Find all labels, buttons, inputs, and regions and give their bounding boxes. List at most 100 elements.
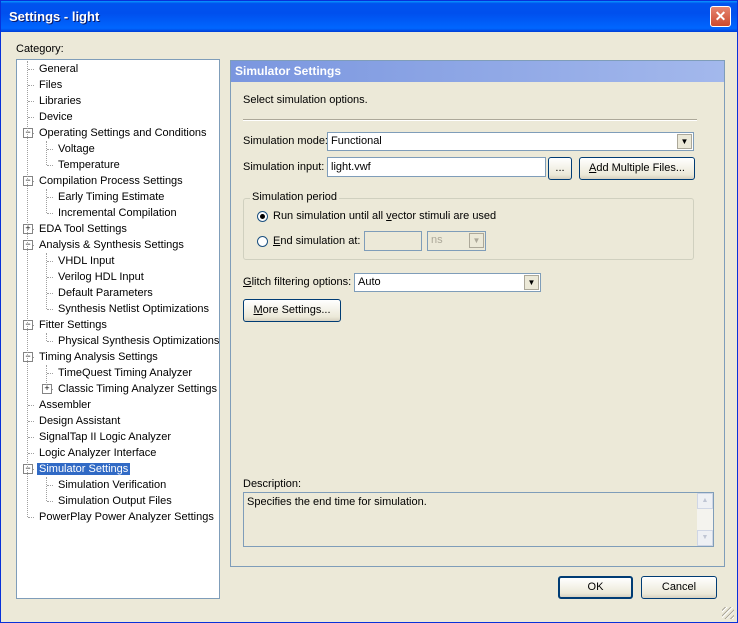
tree-item[interactable]: Verilog HDL Input — [56, 269, 146, 285]
tree-item-label: PowerPlay Power Analyzer Settings — [39, 511, 214, 523]
tree-item[interactable]: Fitter Settings — [37, 317, 109, 333]
category-tree[interactable]: General Files Libraries Device Operating Set… — [16, 59, 220, 599]
tree-connector — [28, 117, 34, 118]
tree-item[interactable]: Physical Synthesis Optimizations — [56, 333, 220, 349]
tree-item[interactable]: Design Assistant — [37, 413, 122, 429]
more-settings-mnemonic: M — [253, 304, 263, 316]
tree-item[interactable]: Analysis & Synthesis Settings — [37, 237, 186, 253]
tree-item[interactable]: Classic Timing Analyzer Settings — [56, 381, 219, 397]
glitch-filtering-value: Auto — [358, 276, 381, 288]
tree-connector — [47, 293, 53, 294]
end-time-input[interactable] — [364, 231, 422, 251]
tree-item[interactable]: Libraries — [37, 93, 83, 109]
description-scrollbar[interactable]: ▲ ▼ — [697, 493, 713, 546]
run-label-b: ector stimuli are used — [391, 210, 497, 222]
tree-connector — [28, 85, 34, 86]
tree-item[interactable]: Compilation Process Settings — [37, 173, 185, 189]
end-simulation-at-radio[interactable] — [257, 236, 268, 247]
add-multiple-files-button[interactable]: Add Multiple Files... — [579, 157, 695, 180]
tree-connector — [47, 197, 53, 198]
tree-item-label: Compilation Process Settings — [39, 175, 183, 187]
tree-item-label: Analysis & Synthesis Settings — [39, 239, 184, 251]
description-text: Specifies the end time for simulation. — [247, 496, 427, 508]
tree-item[interactable]: Simulation Verification — [56, 477, 168, 493]
title-bar[interactable]: Settings - light ✕ — [1, 1, 737, 32]
tree-item-label: Logic Analyzer Interface — [39, 447, 157, 459]
collapse-icon[interactable]: − — [23, 176, 33, 186]
browse-button[interactable]: ... — [548, 157, 572, 180]
tree-item[interactable]: Incremental Compilation — [56, 205, 179, 221]
tree-item[interactable]: SignalTap II Logic Analyzer — [37, 429, 173, 445]
chevron-down-icon[interactable]: ▼ — [524, 275, 539, 290]
chevron-down-icon[interactable]: ▼ — [469, 233, 484, 248]
tree-connector — [28, 517, 34, 518]
tree-item[interactable]: Timing Analysis Settings — [37, 349, 160, 365]
simulation-input-label: Simulation input: — [243, 161, 325, 173]
tree-item[interactable]: EDA Tool Settings — [37, 221, 129, 237]
tree-connector — [47, 309, 53, 310]
tree-item-label: Timing Analysis Settings — [39, 351, 158, 363]
collapse-icon[interactable]: − — [23, 352, 33, 362]
tree-item[interactable]: Simulator Settings — [37, 461, 131, 477]
tree-item[interactable]: Simulation Output Files — [56, 493, 174, 509]
simulation-mode-label: Simulation mode: — [243, 135, 328, 147]
panel-intro: Select simulation options. — [243, 94, 368, 106]
close-button[interactable]: ✕ — [710, 6, 731, 27]
tree-item[interactable]: Temperature — [56, 157, 122, 173]
tree-item-label: Classic Timing Analyzer Settings — [58, 383, 217, 395]
collapse-icon[interactable]: − — [23, 464, 33, 474]
tree-item-label: Fitter Settings — [39, 319, 107, 331]
tree-connector — [47, 373, 53, 374]
tree-item[interactable]: Logic Analyzer Interface — [37, 445, 158, 461]
tree-connector — [28, 421, 34, 422]
description-box: Specifies the end time for simulation. ▲… — [243, 492, 714, 547]
ok-button[interactable]: OK — [558, 576, 633, 599]
simulation-input-field[interactable]: light.vwf — [327, 157, 546, 177]
tree-item-label: Voltage — [58, 143, 95, 155]
tree-guide — [46, 333, 47, 341]
scroll-down-icon[interactable]: ▼ — [697, 530, 713, 546]
scroll-up-icon[interactable]: ▲ — [697, 493, 713, 509]
cancel-label: Cancel — [661, 581, 697, 593]
collapse-icon[interactable]: − — [23, 320, 33, 330]
collapse-icon[interactable]: − — [23, 240, 33, 250]
tree-item-label: Physical Synthesis Optimizations — [58, 335, 220, 347]
collapse-icon[interactable]: − — [23, 128, 33, 138]
tree-connector — [47, 261, 53, 262]
run-until-stimuli-label[interactable]: Run simulation until all vector stimuli … — [273, 210, 496, 222]
tree-item[interactable]: Default Parameters — [56, 285, 155, 301]
expand-icon[interactable]: + — [23, 224, 33, 234]
run-until-stimuli-radio[interactable] — [257, 211, 268, 222]
tree-item[interactable]: Voltage — [56, 141, 97, 157]
tree-item[interactable]: General — [37, 61, 80, 77]
end-time-unit-select[interactable]: ns ▼ — [427, 231, 486, 251]
tree-connector — [28, 405, 34, 406]
glitch-label-b: litch filtering options: — [251, 276, 352, 288]
tree-connector — [47, 277, 53, 278]
chevron-down-icon[interactable]: ▼ — [677, 134, 692, 149]
tree-item[interactable]: Assembler — [37, 397, 93, 413]
cancel-button[interactable]: Cancel — [641, 576, 717, 599]
glitch-mnemonic: G — [243, 276, 252, 288]
end-simulation-at-label[interactable]: End simulation at: — [273, 235, 360, 247]
simulation-mode-select[interactable]: Functional ▼ — [327, 132, 694, 151]
glitch-filtering-label: Glitch filtering options: — [243, 276, 351, 288]
tree-item[interactable]: TimeQuest Timing Analyzer — [56, 365, 194, 381]
glitch-filtering-select[interactable]: Auto ▼ — [354, 273, 541, 292]
more-settings-button[interactable]: More Settings... — [243, 299, 341, 322]
tree-item[interactable]: Synthesis Netlist Optimizations — [56, 301, 211, 317]
tree-item[interactable]: Files — [37, 77, 64, 93]
tree-item[interactable]: VHDL Input — [56, 253, 116, 269]
expand-icon[interactable]: + — [42, 384, 52, 394]
tree-guide — [46, 253, 47, 309]
tree-item-label: Default Parameters — [58, 287, 153, 299]
tree-item[interactable]: Device — [37, 109, 75, 125]
tree-item[interactable]: Operating Settings and Conditions — [37, 125, 209, 141]
end-label-b: nd simulation at: — [280, 235, 361, 247]
tree-item[interactable]: Early Timing Estimate — [56, 189, 166, 205]
tree-item-label: Synthesis Netlist Optimizations — [58, 303, 209, 315]
tree-connector — [47, 501, 53, 502]
tree-item-label: Libraries — [39, 95, 82, 107]
resize-grip-icon[interactable] — [722, 607, 734, 619]
tree-item[interactable]: PowerPlay Power Analyzer Settings — [37, 509, 216, 525]
